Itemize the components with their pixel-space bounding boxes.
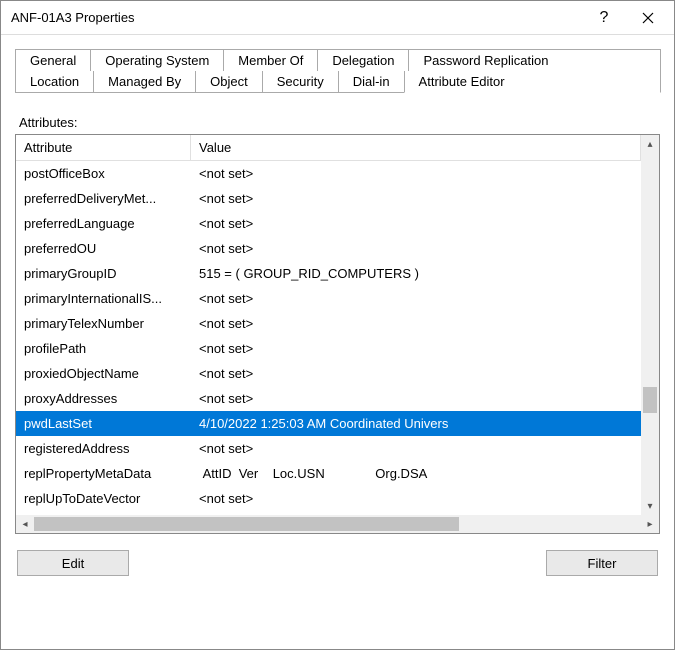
edit-button[interactable]: Edit <box>17 550 129 576</box>
tab-row-1: General Operating System Member Of Deleg… <box>15 49 660 71</box>
attribute-name-cell: postOfficeBox <box>16 166 191 181</box>
tab-label: Object <box>210 74 248 89</box>
attribute-value-cell: <not set> <box>191 216 641 231</box>
tab-label: Delegation <box>332 53 394 68</box>
table-row[interactable]: preferredOU<not set> <box>16 236 641 261</box>
tab-label: Managed By <box>108 74 181 89</box>
attribute-value-cell: <not set> <box>191 491 641 506</box>
tab-location[interactable]: Location <box>15 71 94 92</box>
column-header-label: Value <box>199 140 231 155</box>
attribute-value-cell: <not set> <box>191 441 641 456</box>
scrollbar-thumb[interactable] <box>643 387 657 413</box>
window-title: ANF-01A3 Properties <box>11 10 582 25</box>
scroll-right-icon[interactable]: ▸ <box>641 519 659 530</box>
tab-row-2: Location Managed By Object Security Dial… <box>15 71 660 92</box>
attribute-value-cell: 4/10/2022 1:25:03 AM Coordinated Univers <box>191 416 641 431</box>
tab-label: Security <box>277 74 324 89</box>
button-row: Edit Filter <box>15 550 660 576</box>
button-label: Filter <box>588 556 617 571</box>
help-button[interactable]: ? <box>582 3 626 33</box>
column-header-label: Attribute <box>24 140 72 155</box>
attribute-value-cell: <not set> <box>191 241 641 256</box>
tab-label: Dial-in <box>353 74 390 89</box>
attribute-value-cell: <not set> <box>191 391 641 406</box>
titlebar: ANF-01A3 Properties ? <box>1 1 674 35</box>
horizontal-scrollbar[interactable]: ◂ ▸ <box>16 515 659 533</box>
attribute-value-cell: <not set> <box>191 316 641 331</box>
attribute-name-cell: profilePath <box>16 341 191 356</box>
tab-general[interactable]: General <box>15 49 91 71</box>
tab-label: General <box>30 53 76 68</box>
attribute-name-cell: pwdLastSet <box>16 416 191 431</box>
listbox-rows: postOfficeBox<not set>preferredDeliveryM… <box>16 161 641 511</box>
table-row[interactable]: replUpToDateVector<not set> <box>16 486 641 511</box>
column-header-value[interactable]: Value <box>191 135 641 160</box>
tab-container: General Operating System Member Of Deleg… <box>15 49 660 93</box>
attribute-name-cell: primaryTelexNumber <box>16 316 191 331</box>
table-row[interactable]: proxiedObjectName<not set> <box>16 361 641 386</box>
attribute-name-cell: primaryInternationalIS... <box>16 291 191 306</box>
table-row[interactable]: profilePath<not set> <box>16 336 641 361</box>
tab-object[interactable]: Object <box>195 71 263 92</box>
table-row[interactable]: primaryInternationalIS...<not set> <box>16 286 641 311</box>
tab-password-replication[interactable]: Password Replication <box>408 49 661 71</box>
close-button[interactable] <box>626 3 670 33</box>
listbox-columns: Attribute Value postOfficeBox<not set>pr… <box>16 135 641 515</box>
tab-attribute-editor[interactable]: Attribute Editor <box>404 71 661 93</box>
filter-button[interactable]: Filter <box>546 550 658 576</box>
attribute-name-cell: proxyAddresses <box>16 391 191 406</box>
scroll-left-icon[interactable]: ◂ <box>16 519 34 530</box>
tab-security[interactable]: Security <box>262 71 339 92</box>
attributes-label: Attributes: <box>19 115 660 130</box>
attribute-listbox: Attribute Value postOfficeBox<not set>pr… <box>15 134 660 534</box>
attribute-name-cell: replPropertyMetaData <box>16 466 191 481</box>
properties-dialog: ANF-01A3 Properties ? General Operating … <box>0 0 675 650</box>
tab-label: Operating System <box>105 53 209 68</box>
table-row[interactable]: primaryTelexNumber<not set> <box>16 311 641 336</box>
dialog-content: General Operating System Member Of Deleg… <box>1 35 674 649</box>
attribute-value-cell: <not set> <box>191 166 641 181</box>
attribute-value-cell: AttID Ver Loc.USN Org.DSA <box>191 466 641 481</box>
tab-label: Member Of <box>238 53 303 68</box>
listbox-header: Attribute Value <box>16 135 641 161</box>
tab-operating-system[interactable]: Operating System <box>90 49 224 71</box>
table-row[interactable]: proxyAddresses<not set> <box>16 386 641 411</box>
table-row[interactable]: pwdLastSet4/10/2022 1:25:03 AM Coordinat… <box>16 411 641 436</box>
tab-label: Location <box>30 74 79 89</box>
attribute-value-cell: <not set> <box>191 191 641 206</box>
vertical-scrollbar[interactable]: ▴ ▾ <box>641 135 659 515</box>
attribute-value-cell: <not set> <box>191 291 641 306</box>
table-row[interactable]: registeredAddress<not set> <box>16 436 641 461</box>
attribute-name-cell: preferredOU <box>16 241 191 256</box>
scrollbar-track[interactable] <box>641 153 659 497</box>
table-row[interactable]: preferredLanguage<not set> <box>16 211 641 236</box>
attribute-value-cell: 515 = ( GROUP_RID_COMPUTERS ) <box>191 266 641 281</box>
table-row[interactable]: replPropertyMetaData AttID Ver Loc.USN O… <box>16 461 641 486</box>
tab-managed-by[interactable]: Managed By <box>93 71 196 92</box>
table-row[interactable]: preferredDeliveryMet...<not set> <box>16 186 641 211</box>
scroll-down-icon[interactable]: ▾ <box>641 497 659 515</box>
tab-label: Password Replication <box>423 53 548 68</box>
tab-delegation[interactable]: Delegation <box>317 49 409 71</box>
attribute-name-cell: preferredDeliveryMet... <box>16 191 191 206</box>
attribute-name-cell: registeredAddress <box>16 441 191 456</box>
button-label: Edit <box>62 556 84 571</box>
tab-member-of[interactable]: Member Of <box>223 49 318 71</box>
hscrollbar-track[interactable] <box>34 515 641 533</box>
close-icon <box>642 12 654 24</box>
attribute-value-cell: <not set> <box>191 366 641 381</box>
tab-label: Attribute Editor <box>419 74 505 89</box>
attribute-name-cell: primaryGroupID <box>16 266 191 281</box>
listbox-body: Attribute Value postOfficeBox<not set>pr… <box>16 135 659 515</box>
attribute-name-cell: proxiedObjectName <box>16 366 191 381</box>
attribute-name-cell: replUpToDateVector <box>16 491 191 506</box>
attribute-value-cell: <not set> <box>191 341 641 356</box>
scroll-up-icon[interactable]: ▴ <box>641 135 659 153</box>
attribute-name-cell: preferredLanguage <box>16 216 191 231</box>
table-row[interactable]: primaryGroupID515 = ( GROUP_RID_COMPUTER… <box>16 261 641 286</box>
tab-dial-in[interactable]: Dial-in <box>338 71 405 92</box>
column-header-attribute[interactable]: Attribute <box>16 135 191 160</box>
table-row[interactable]: postOfficeBox<not set> <box>16 161 641 186</box>
hscrollbar-thumb[interactable] <box>34 517 459 531</box>
